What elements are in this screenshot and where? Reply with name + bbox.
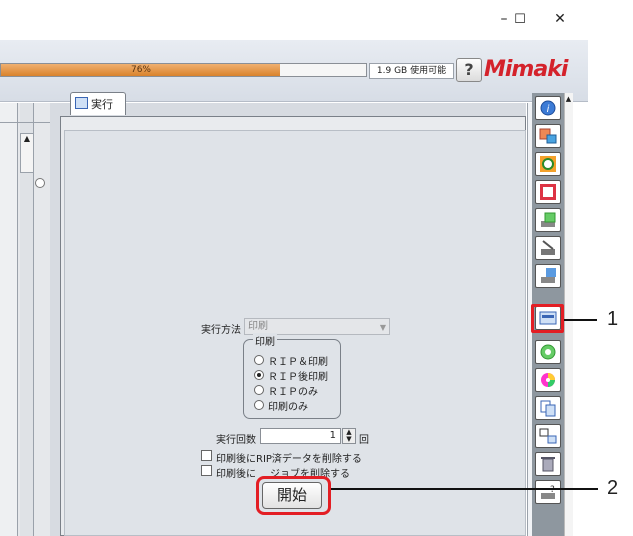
method-select-value: 印刷 [248,321,268,332]
svg-text:i: i [547,104,550,115]
scroll-up-arrow-icon[interactable]: ▲ [564,93,573,105]
window-margin [588,0,633,536]
tab-execute-label: 実行 [91,98,113,111]
tab-execute[interactable]: 実行 [70,92,126,115]
count-label: 実行回数 [216,435,256,446]
delete-rip-data-checkbox[interactable] [201,450,212,461]
count-spinner[interactable]: ▲ ▼ [342,428,356,444]
radio-rip-and-print[interactable] [254,355,264,365]
color-wheel-tool-button[interactable] [535,368,561,392]
callout-1-number: 1 [607,308,619,330]
close-button[interactable]: ✕ [543,6,577,32]
disk-free-label: 1.9 GB 使用可能 [369,63,454,79]
count-unit: 回 [359,435,369,446]
memory-progress-bar: 76% [0,63,367,77]
color-printer-icon [541,268,556,283]
layout-printer-tool-button[interactable] [535,208,561,232]
print-properties-icon [539,128,557,144]
help-button[interactable]: ? [456,58,482,82]
layout-tool-button[interactable] [535,180,561,204]
toolbar-scrollbar[interactable] [564,93,573,536]
radio-rip-and-print-label: ＲＩＰ＆印刷 [268,357,328,368]
split-tool-button[interactable] [535,424,561,448]
callout-2-line [331,488,598,490]
split-icon [539,428,557,444]
layout-printer-icon [541,212,556,227]
callout-2-number: 2 [607,477,619,499]
color-wheel-icon [541,373,555,387]
mimaki-logo: Mimaki [484,57,568,82]
help-printer-icon: ? [541,485,555,499]
color-printer-tool-button[interactable] [535,264,561,288]
radio-rip-only[interactable] [254,385,264,395]
copy-tool-button[interactable] [535,396,561,420]
maximize-button[interactable]: ☐ [503,6,537,32]
quality-tool-button[interactable] [535,152,561,176]
start-button-highlight [256,476,331,515]
spin-down-icon[interactable]: ▼ [343,436,355,443]
delete-job-checkbox[interactable] [201,465,212,476]
info-icon: i [540,100,556,116]
print-properties-tool-button[interactable] [535,124,561,148]
divider [0,122,50,123]
left-panel-column [0,103,18,536]
print-mode-group-title: 印刷 [253,333,277,348]
delete-job-label: 印刷後に [216,469,256,480]
method-label: 実行方法 [201,325,241,336]
cut-tool-button[interactable] [535,236,561,260]
layout-icon [540,184,556,200]
trash-tool-button[interactable] [535,452,561,476]
quality-icon [540,156,556,172]
radio-print-only-label: 印刷のみ [268,402,308,413]
left-panel-radio[interactable] [35,178,45,188]
progress-text: 76% [130,65,151,75]
count-input[interactable]: 1 [260,428,341,444]
execute-tool-highlight [531,304,564,333]
svg-text:?: ? [550,485,555,495]
help-printer-tool-button[interactable]: ? [535,480,561,504]
radio-print-only[interactable] [254,400,264,410]
radio-print-after-rip-label: ＲＩＰ後印刷 [268,372,328,383]
target-tool-button[interactable] [535,340,561,364]
execute-tab-icon [75,97,88,109]
radio-rip-only-label: ＲＩＰのみ [268,387,318,398]
chevron-down-icon: ▼ [379,323,386,332]
info-tool-button[interactable]: i [535,96,561,120]
delete-rip-data-label: 印刷後にRIP済データを削除する [216,454,362,465]
scroll-up-arrow-icon[interactable]: ▲ [20,133,34,173]
cut-icon [541,240,555,255]
trash-icon [541,457,555,472]
radio-print-after-rip[interactable] [254,370,264,380]
callout-1-line [564,319,597,321]
copy-icon [540,400,556,417]
target-icon [540,344,556,360]
